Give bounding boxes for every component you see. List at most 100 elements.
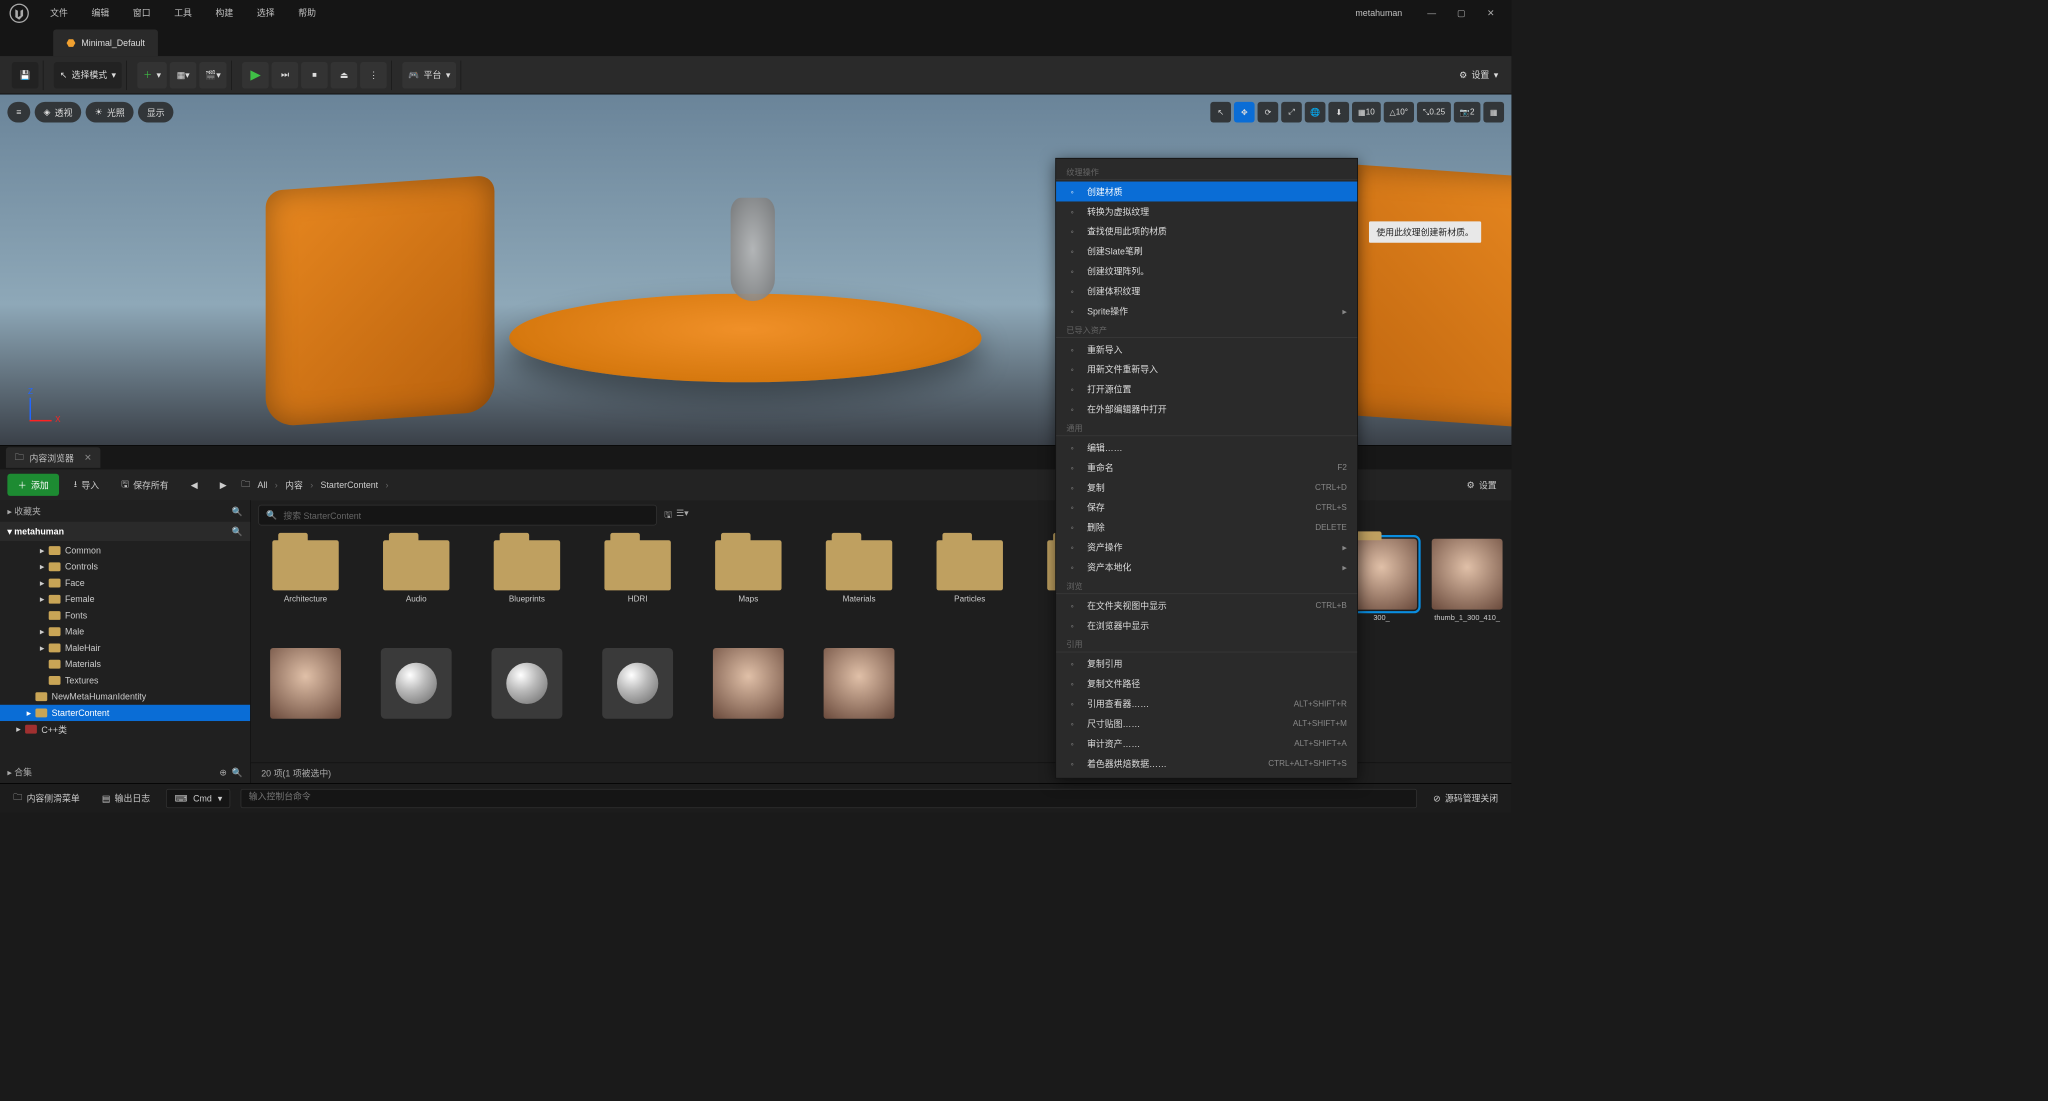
asset-material-1[interactable] [372,648,461,719]
grid-snap[interactable]: ▦ 10 [1352,102,1381,123]
mode-select[interactable]: ↖ 选择模式 ▾ [54,62,122,89]
folder-particles[interactable]: Particles [925,540,1014,603]
ctx-item[interactable]: ◦删除DELETE [1056,517,1357,537]
ctx-item[interactable]: ◦在外部编辑器中打开 [1056,399,1357,419]
ctx-item[interactable]: ◦资产操作▸ [1056,537,1357,557]
ctx-item[interactable]: ◦创建Slate笔刷 [1056,241,1357,261]
menu-help[interactable]: 帮助 [286,0,327,27]
play-options[interactable]: ⋮ [360,62,387,89]
folder-audio[interactable]: Audio [372,540,461,603]
ctx-item[interactable]: ◦重新导入 [1056,339,1357,359]
ctx-item[interactable]: ◦着色器烘焙数据……CTRL+ALT+SHIFT+S [1056,753,1357,773]
asset-texture-2[interactable] [704,648,793,719]
play-button[interactable]: ▶ [242,62,269,89]
eject-button[interactable]: ⏏ [331,62,358,89]
asset-texture-1[interactable] [261,648,350,719]
collections-section[interactable]: ▸ 合集 ⊕ 🔍 [0,762,250,783]
favorites-section[interactable]: ▸ 收藏夹 🔍 [0,500,250,521]
ctx-item[interactable]: ◦Sprite操作▸ [1056,301,1357,321]
add-collection[interactable]: ⊕ [219,767,226,777]
window-close[interactable]: ✕ [1476,3,1506,24]
level-tab[interactable]: ⬣ Minimal_Default [53,30,158,57]
ctx-item[interactable]: ◦创建体积纹理 [1056,281,1357,301]
camera-speed[interactable]: 📷 2 [1454,102,1480,123]
console-input[interactable]: 输入控制台命令 [241,789,1417,808]
menu-file[interactable]: 文件 [38,0,79,27]
output-log-button[interactable]: ▤输出日志 [96,792,156,805]
save-all-button[interactable]: 🖫保存所有 [114,474,176,496]
folder-materials[interactable]: Materials [815,540,904,603]
bc-all[interactable]: All [255,480,271,490]
viewport-maximize[interactable]: ▦ [1483,102,1504,123]
ctx-item[interactable]: ◦用新文件重新导入 [1056,359,1357,379]
folder-blueprints[interactable]: Blueprints [483,540,572,603]
asset-material-3[interactable] [593,648,682,719]
marketplace-button[interactable]: ▦▾ [170,62,197,89]
content-drawer-button[interactable]: 🗀内容侧滑菜单 [7,790,85,805]
viewport-show[interactable]: 显示 [138,102,173,123]
window-minimize[interactable]: — [1417,3,1447,24]
tree-item-startercontent[interactable]: ▸StarterContent [0,705,250,721]
search-input[interactable]: 🔍 搜索 StarterContent [258,505,657,526]
search-icon[interactable]: 🔍 [232,526,243,536]
menu-window[interactable]: 窗口 [121,0,162,27]
menu-edit[interactable]: 编辑 [80,0,121,27]
ctx-item[interactable]: ◦重命名F2 [1056,458,1357,478]
history-fwd[interactable]: ▶ [212,474,234,496]
ctx-item[interactable]: ◦引用查看器……ALT+SHIFT+R [1056,694,1357,714]
content-browser-tab[interactable]: 🗀 内容浏览器 ✕ [6,447,101,468]
angle-snap[interactable]: △ 10° [1384,102,1414,123]
tree-item-textures[interactable]: ▸Textures [0,672,250,688]
settings-button[interactable]: ⚙ 设置 ▾ [1453,62,1504,89]
tree-item-malehair[interactable]: ▸MaleHair [0,640,250,656]
ctx-item[interactable]: ◦审计资产……ALT+SHIFT+A [1056,734,1357,754]
add-content-button[interactable]: ＋▾ [137,62,167,89]
ctx-item[interactable]: ◦保存CTRL+S [1056,497,1357,517]
menu-build[interactable]: 构建 [204,0,245,27]
tree-item-controls[interactable]: ▸Controls [0,559,250,575]
ctx-item[interactable]: ◦创建材质 [1056,182,1357,202]
rotate-tool[interactable]: ⟳ [1258,102,1279,123]
tree-item-newmetahuman[interactable]: ▸NewMetaHumanIdentity [0,689,250,705]
history-back[interactable]: ◀ [183,474,205,496]
ctx-item[interactable]: ◦尺寸贴图……ALT+SHIFT+M [1056,714,1357,734]
close-tab[interactable]: ✕ [84,452,91,462]
save-filter[interactable]: 🖫 [664,507,672,522]
add-button[interactable]: ＋添加 [7,474,59,496]
search-icon[interactable]: 🔍 [232,767,243,777]
surface-snap[interactable]: ⬇ [1329,102,1350,123]
ctx-item[interactable]: ◦资产本地化▸ [1056,557,1357,577]
folder-hdri[interactable]: HDRI [593,540,682,603]
tree-item-cpp[interactable]: ▸C++类 [0,721,250,737]
tree-item-face[interactable]: ▸Face [0,575,250,591]
ctx-item[interactable]: ◦查找使用此项的材质 [1056,221,1357,241]
menu-tools[interactable]: 工具 [162,0,203,27]
tree-item-fonts[interactable]: ▸Fonts [0,607,250,623]
source-control[interactable]: ⊘源码管理关闭 [1427,792,1504,805]
asset-thumb-410[interactable]: thumb_1_300_410_ [1430,539,1504,623]
viewport-perspective[interactable]: ◈透视 [35,102,82,123]
tree-item-materials[interactable]: ▸Materials [0,656,250,672]
move-tool[interactable]: ✥ [1234,102,1255,123]
step-button[interactable]: ⏭ [272,62,299,89]
viewport-menu[interactable]: ≡ [7,102,30,123]
folder-architecture[interactable]: Architecture [261,540,350,603]
scale-snap[interactable]: ⤡ 0.25 [1417,102,1451,123]
search-icon[interactable]: 🔍 [232,506,243,516]
scale-tool[interactable]: ⤢ [1281,102,1302,123]
asset-texture-3[interactable] [815,648,904,719]
tree-item-common[interactable]: ▸Common [0,542,250,558]
cinematics-button[interactable]: 🎬▾ [199,62,226,89]
viewport-lighting[interactable]: ☀光照 [86,102,134,123]
platform-button[interactable]: 🎮 平台 ▾ [402,62,456,89]
ctx-item[interactable]: ◦打开源位置 [1056,379,1357,399]
ctx-item[interactable]: ◦转换为虚拟纹理 [1056,201,1357,221]
cb-settings[interactable]: ⚙设置 [1459,479,1504,492]
asset-material-2[interactable] [483,648,572,719]
bc-content[interactable]: 内容 [282,479,306,492]
stop-button[interactable]: ⏹ [301,62,328,89]
filter-button[interactable]: ☰▾ [676,507,688,522]
tree-item-female[interactable]: ▸Female [0,591,250,607]
ctx-item[interactable]: ◦复制引用 [1056,654,1357,674]
project-root[interactable]: ▾ metahuman 🔍 [0,522,250,541]
